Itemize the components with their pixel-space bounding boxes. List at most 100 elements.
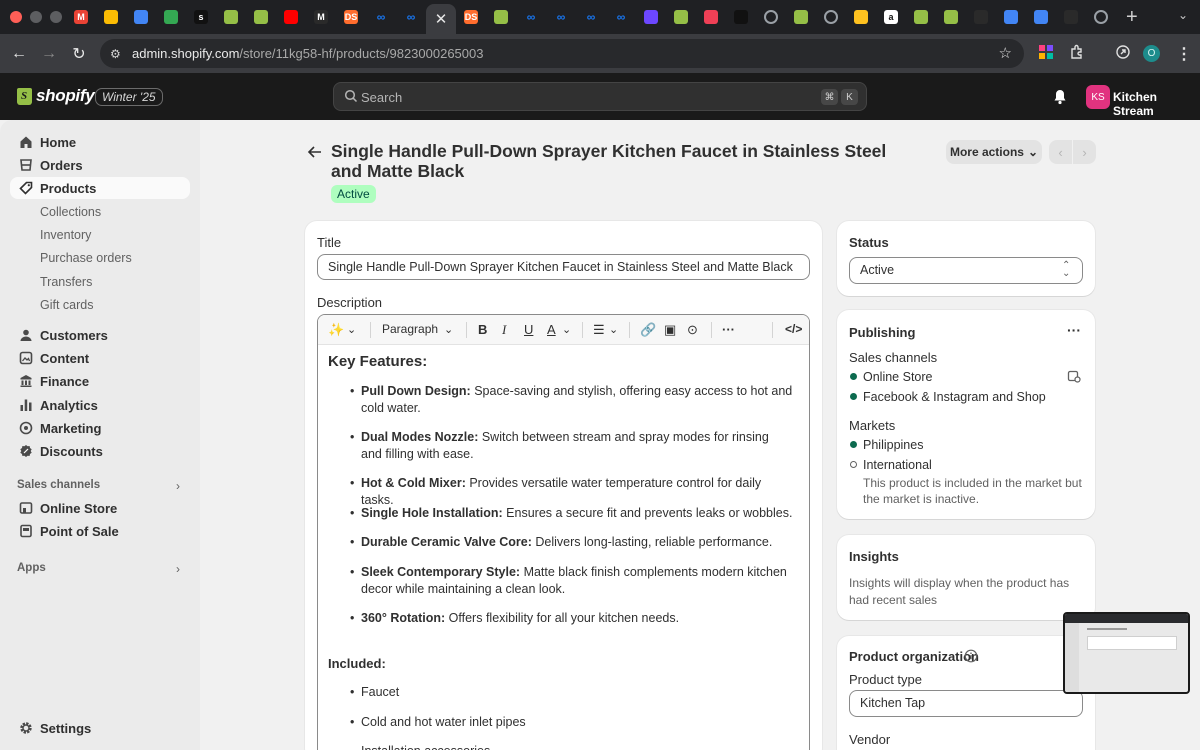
apps-heading[interactable]: Apps [17, 562, 46, 574]
paragraph-style-dropdown[interactable]: Paragraph [382, 322, 438, 336]
sidebar-item-orders[interactable]: Orders [10, 154, 190, 176]
site-info-icon[interactable]: ⚙ [110, 47, 126, 61]
browser-tab[interactable] [936, 0, 966, 34]
sidebar-item-online-store[interactable]: Online Store [10, 497, 190, 519]
underline-icon[interactable]: U [524, 322, 533, 337]
browser-tab[interactable] [1086, 0, 1116, 34]
image-icon[interactable]: ▣ [664, 322, 676, 338]
browser-tab[interactable]: ∞ [516, 0, 546, 34]
forward-button[interactable]: → [34, 45, 64, 63]
sidebar-item-marketing[interactable]: Marketing [10, 417, 190, 439]
more-actions-button[interactable]: More actions ⌄ [946, 140, 1042, 164]
browser-tab[interactable] [126, 0, 156, 34]
sidebar-sub-transfers[interactable]: Transfers [40, 275, 92, 289]
zoom-window-button[interactable] [50, 11, 62, 23]
browser-tab[interactable]: a [876, 0, 906, 34]
browser-tab[interactable]: ∞ [606, 0, 636, 34]
browser-menu-icon[interactable]: ⋮ [1176, 44, 1192, 64]
browser-tab[interactable] [666, 0, 696, 34]
chevron-down-icon[interactable]: ⌄ [562, 323, 571, 336]
bookmark-star-icon[interactable]: ☆ [999, 44, 1012, 62]
notifications-bell-icon[interactable] [1052, 88, 1068, 105]
ai-magic-icon[interactable]: ✨ [328, 322, 344, 338]
browser-tab[interactable] [756, 0, 786, 34]
browser-tab[interactable]: s [186, 0, 216, 34]
text-color-icon[interactable]: A [547, 322, 556, 337]
sidebar-item-customers[interactable]: Customers [10, 324, 190, 346]
code-view-icon[interactable]: </> [785, 322, 802, 336]
search-bar[interactable]: Search ⌘ K [333, 82, 867, 111]
chevron-right-icon[interactable]: › [176, 479, 180, 493]
browser-tab[interactable] [906, 0, 936, 34]
new-tab-button[interactable]: + [1126, 7, 1138, 27]
colorful-extension-icon[interactable] [1038, 44, 1054, 60]
sidebar-sub-gift-cards[interactable]: Gift cards [40, 298, 94, 312]
video-icon[interactable]: ⊙ [687, 322, 698, 338]
back-arrow-icon[interactable] [306, 143, 324, 161]
store-avatar[interactable]: KS [1086, 85, 1110, 109]
sidebar-item-products[interactable]: Products [10, 177, 190, 199]
sidebar-item-content[interactable]: Content [10, 347, 190, 369]
product-type-input[interactable]: Kitchen Tap [849, 690, 1083, 717]
sidebar-sub-inventory[interactable]: Inventory [40, 228, 91, 242]
browser-tab[interactable] [276, 0, 306, 34]
profile-avatar[interactable]: O [1143, 45, 1160, 62]
browser-tab[interactable]: ∞ [546, 0, 576, 34]
sidebar-sub-purchase-orders[interactable]: Purchase orders [40, 251, 132, 265]
chevron-down-icon[interactable]: ⌄ [347, 323, 356, 336]
italic-icon[interactable]: I [502, 322, 506, 338]
chevron-down-icon[interactable]: ⌄ [444, 323, 453, 336]
browser-tab[interactable]: M [306, 0, 336, 34]
browser-tab[interactable]: ∞ [576, 0, 606, 34]
reload-button[interactable]: ↻ [64, 44, 94, 64]
close-tab-icon[interactable]: ✕ [435, 10, 448, 28]
browser-tab[interactable] [1056, 0, 1086, 34]
browser-tab[interactable]: DS [456, 0, 486, 34]
url-text[interactable]: admin.shopify.com/store/11kg58-hf/produc… [132, 46, 483, 61]
align-left-icon[interactable]: ☰ [593, 322, 605, 338]
chevron-down-icon[interactable]: ⌄ [609, 323, 618, 336]
browser-tab[interactable]: DS [336, 0, 366, 34]
status-select[interactable]: Active [849, 257, 1083, 284]
sidebar-item-point-of-sale[interactable]: Point of Sale [10, 520, 190, 542]
sidebar-item-finance[interactable]: Finance [10, 370, 190, 392]
browser-tab[interactable]: M [66, 0, 96, 34]
store-name[interactable]: Kitchen Stream [1113, 90, 1200, 118]
browser-tab[interactable] [786, 0, 816, 34]
browser-tab[interactable] [246, 0, 276, 34]
browser-tab[interactable] [216, 0, 246, 34]
minimize-window-button[interactable] [30, 11, 42, 23]
screenshot-thumbnail[interactable] [1063, 612, 1190, 694]
browser-tab[interactable] [96, 0, 126, 34]
browser-tab[interactable] [966, 0, 996, 34]
browser-tab[interactable]: ✕ [426, 4, 456, 34]
sales-channels-heading[interactable]: Sales channels [17, 479, 100, 491]
browser-tab[interactable] [636, 0, 666, 34]
link-icon[interactable]: 🔗 [640, 322, 656, 338]
previous-product-button[interactable]: ‹ [1049, 140, 1072, 164]
manage-channels-icon[interactable] [1067, 369, 1081, 383]
more-options-icon[interactable]: ··· [722, 322, 735, 337]
browser-tab[interactable] [996, 0, 1026, 34]
shopify-logo[interactable]: shopify [17, 86, 95, 106]
bold-icon[interactable]: B [478, 322, 487, 337]
next-product-button[interactable]: › [1073, 140, 1096, 164]
sidebar-item-discounts[interactable]: Discounts [10, 440, 190, 462]
browser-tab[interactable]: ∞ [396, 0, 426, 34]
title-input[interactable]: Single Handle Pull-Down Sprayer Kitchen … [317, 254, 810, 280]
more-options-icon[interactable]: ··· [1067, 322, 1081, 338]
close-window-button[interactable] [10, 11, 22, 23]
tab-search-chevron-icon[interactable]: ⌄ [1178, 8, 1188, 22]
info-icon[interactable] [964, 649, 978, 663]
sync-icon[interactable] [1115, 44, 1131, 60]
chevron-right-icon[interactable]: › [176, 562, 180, 576]
browser-tab[interactable] [156, 0, 186, 34]
sidebar-item-home[interactable]: Home [10, 131, 190, 153]
browser-tab[interactable]: ∞ [366, 0, 396, 34]
browser-tab[interactable] [726, 0, 756, 34]
browser-tab[interactable] [486, 0, 516, 34]
browser-tab[interactable] [696, 0, 726, 34]
edition-badge[interactable]: Winter '25 [95, 88, 163, 106]
browser-tab[interactable] [1026, 0, 1056, 34]
extensions-puzzle-icon[interactable] [1069, 44, 1085, 60]
